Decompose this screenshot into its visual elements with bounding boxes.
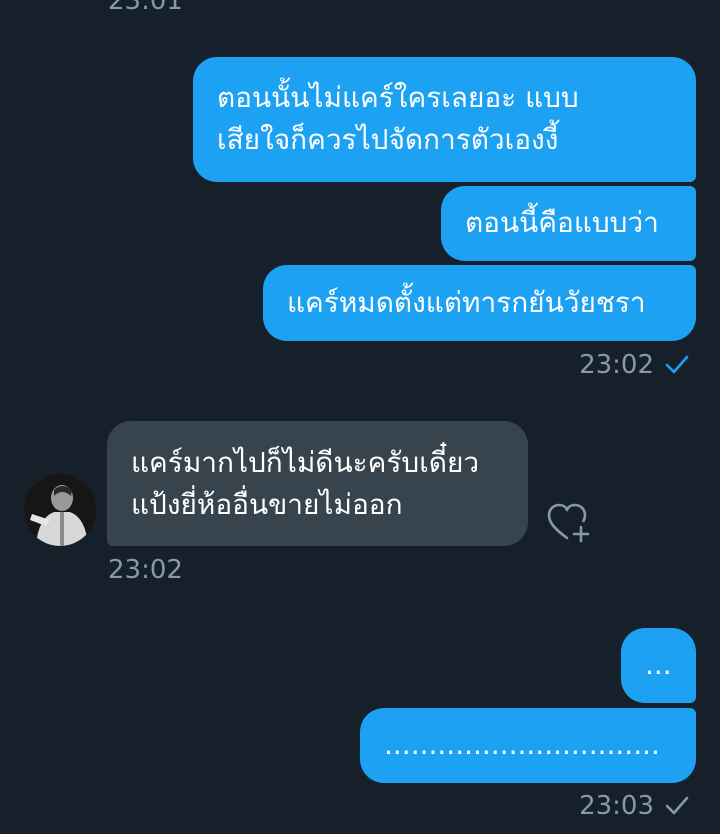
message-text: ............................... — [384, 728, 660, 761]
timestamp-previous: 23:01 — [108, 0, 183, 16]
message-bubble-outgoing[interactable]: ... — [621, 628, 696, 703]
message-text: ตอนนั้นไม่แคร์ใครเลยอะ แบบ — [217, 81, 579, 114]
message-meta: 23:03 — [579, 791, 690, 821]
message-meta: 23:02 — [579, 350, 690, 380]
avatar-image — [24, 474, 96, 546]
message-text: แคร์มากไปก็ไม่ดีนะครับเดี๋ยว — [131, 446, 480, 479]
message-text: เสียใจก็ควรไปจัดการตัวเองงี้ — [217, 123, 559, 156]
message-timestamp: 23:02 — [579, 350, 654, 380]
message-bubble-outgoing[interactable]: ............................... — [360, 708, 696, 783]
message-bubble-outgoing[interactable]: ตอนนี้คือแบบว่า — [441, 186, 696, 261]
heart-plus-icon[interactable] — [545, 500, 593, 544]
message-timestamp: 23:02 — [108, 555, 183, 585]
message-text: ตอนนี้คือแบบว่า — [465, 206, 659, 239]
check-icon — [665, 355, 689, 374]
message-bubble-outgoing[interactable]: แคร์หมดตั้งแต่ทารกยันวัยชรา — [263, 265, 696, 341]
message-bubble-incoming[interactable]: แคร์มากไปก็ไม่ดีนะครับเดี๋ยว แป้งยี่ห้ออ… — [107, 421, 528, 546]
message-text: แคร์หมดตั้งแต่ทารกยันวัยชรา — [287, 286, 646, 319]
check-icon — [665, 796, 689, 815]
message-bubble-outgoing[interactable]: ตอนนั้นไม่แคร์ใครเลยอะ แบบ เสียใจก็ควรไป… — [193, 57, 696, 182]
message-text: ... — [645, 648, 672, 681]
avatar[interactable] — [24, 474, 96, 546]
message-text: แป้งยี่ห้ออื่นขายไม่ออก — [131, 488, 403, 521]
message-timestamp: 23:03 — [579, 791, 654, 821]
